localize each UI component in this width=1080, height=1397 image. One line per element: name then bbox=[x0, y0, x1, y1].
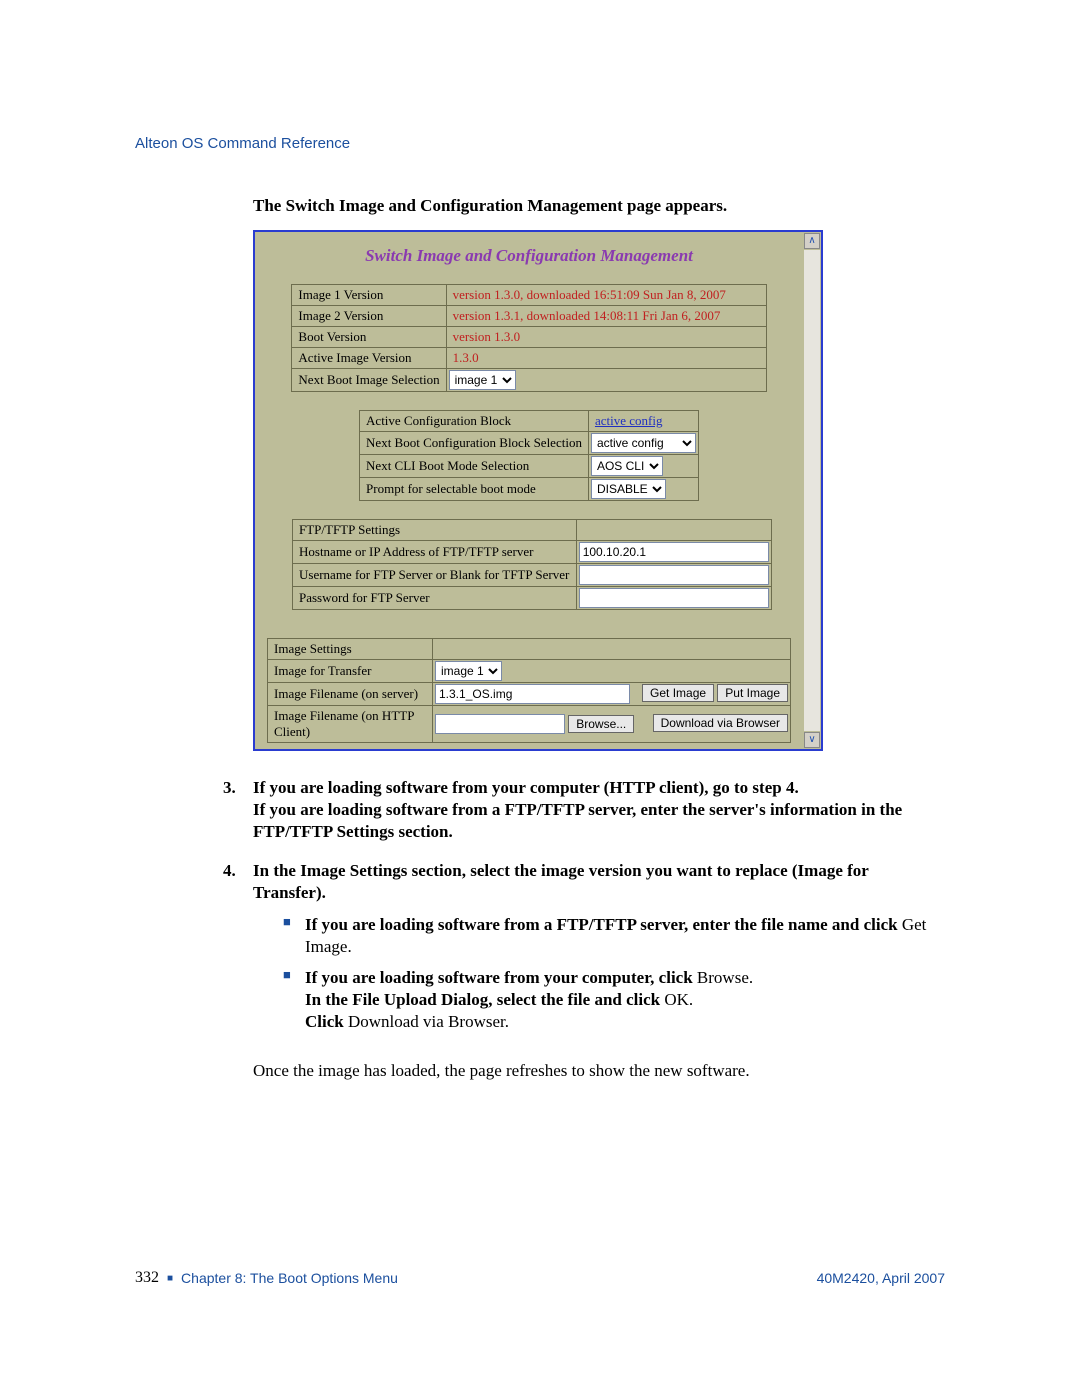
table-row: Next Boot Configuration Block Selection … bbox=[360, 432, 699, 455]
section-intro: The Switch Image and Configuration Manag… bbox=[253, 196, 945, 216]
value-image1: version 1.3.0, downloaded 16:51:09 Sun J… bbox=[446, 285, 766, 306]
label-cli-mode: Next CLI Boot Mode Selection bbox=[360, 455, 589, 478]
chapter-name: Chapter 8: The Boot Options Menu bbox=[181, 1270, 398, 1286]
label-boot: Boot Version bbox=[292, 327, 446, 348]
table-row: Image Filename (on HTTP Client) Browse..… bbox=[268, 706, 791, 743]
image-settings-table: Image Settings Image for Transfer image … bbox=[267, 638, 791, 743]
label-ftp-pass: Password for FTP Server bbox=[293, 587, 577, 610]
ftp-header: FTP/TFTP Settings bbox=[293, 520, 577, 541]
file-http-input[interactable] bbox=[435, 714, 565, 734]
square-bullet-icon: ■ bbox=[283, 914, 305, 958]
square-bullet-icon: ■ bbox=[283, 967, 305, 1032]
bullet-2-text-a: If you are loading software from your co… bbox=[305, 968, 697, 987]
step-3-number: 3. bbox=[223, 777, 253, 842]
step-3-line1: If you are loading software from your co… bbox=[253, 778, 799, 797]
image-settings-header: Image Settings bbox=[268, 639, 433, 660]
label-active-config: Active Configuration Block bbox=[360, 411, 589, 432]
step-3-line2: If you are loading software from a FTP/T… bbox=[253, 800, 902, 841]
table-row: Password for FTP Server bbox=[293, 587, 772, 610]
step-3: 3. If you are loading software from your… bbox=[223, 777, 945, 842]
ftp-host-input[interactable] bbox=[579, 542, 769, 562]
value-active: 1.3.0 bbox=[446, 348, 766, 369]
panel-title: Switch Image and Configuration Managemen… bbox=[255, 232, 803, 284]
prompt-mode-select[interactable]: DISABLE bbox=[591, 479, 666, 499]
label-active: Active Image Version bbox=[292, 348, 446, 369]
active-config-link[interactable]: active config bbox=[595, 413, 663, 428]
followup-text: Once the image has loaded, the page refr… bbox=[253, 1061, 945, 1081]
label-nextboot: Next Boot Image Selection bbox=[292, 369, 446, 392]
bullet-2-text-b: In the File Upload Dialog, select the fi… bbox=[305, 990, 664, 1009]
table-row: Prompt for selectable boot mode DISABLE bbox=[360, 478, 699, 501]
table-row: Boot Version version 1.3.0 bbox=[292, 327, 766, 348]
image-transfer-select[interactable]: image 1 bbox=[435, 661, 502, 681]
bullet-2-action-a: Browse. bbox=[697, 968, 753, 987]
ftp-pass-input[interactable] bbox=[579, 588, 769, 608]
bullet-2-action-b: OK. bbox=[664, 990, 693, 1009]
step-4-number: 4. bbox=[223, 860, 253, 1042]
label-file-server: Image Filename (on server) bbox=[268, 683, 433, 706]
value-image2: version 1.3.1, downloaded 14:08:11 Fri J… bbox=[446, 306, 766, 327]
step-4: 4. In the Image Settings section, select… bbox=[223, 860, 945, 1042]
doc-header-title: Alteon OS Command Reference bbox=[135, 135, 945, 152]
table-row: Image for Transfer image 1 bbox=[268, 660, 791, 683]
table-row: Image Filename (on server) Get Image Put… bbox=[268, 683, 791, 706]
label-image2: Image 2 Version bbox=[292, 306, 446, 327]
table-header: Image Settings bbox=[268, 639, 791, 660]
label-ftp-host: Hostname or IP Address of FTP/TFTP serve… bbox=[293, 541, 577, 564]
label-image1: Image 1 Version bbox=[292, 285, 446, 306]
label-file-http: Image Filename (on HTTP Client) bbox=[268, 706, 433, 743]
table-row: Next Boot Image Selection image 1 bbox=[292, 369, 766, 392]
table-row: Next CLI Boot Mode Selection AOS CLI bbox=[360, 455, 699, 478]
table-row: Image 1 Version version 1.3.0, downloade… bbox=[292, 285, 766, 306]
scroll-up-icon[interactable]: ∧ bbox=[804, 233, 820, 249]
browse-button[interactable]: Browse... bbox=[568, 715, 634, 733]
table-row: Username for FTP Server or Blank for TFT… bbox=[293, 564, 772, 587]
table-row: Active Configuration Block active config bbox=[360, 411, 699, 432]
table-row: Hostname or IP Address of FTP/TFTP serve… bbox=[293, 541, 772, 564]
put-image-button[interactable]: Put Image bbox=[717, 684, 788, 702]
bullet-2-action-c: Download via Browser. bbox=[348, 1012, 509, 1031]
table-row: Image 2 Version version 1.3.1, downloade… bbox=[292, 306, 766, 327]
ftp-user-input[interactable] bbox=[579, 565, 769, 585]
ftp-settings-table: FTP/TFTP Settings Hostname or IP Address… bbox=[292, 519, 772, 610]
next-boot-image-select[interactable]: image 1 bbox=[449, 370, 516, 390]
square-bullet-icon: ■ bbox=[167, 1273, 173, 1284]
step-4-line1: In the Image Settings section, select th… bbox=[253, 861, 869, 902]
label-next-config: Next Boot Configuration Block Selection bbox=[360, 432, 589, 455]
download-browser-button[interactable]: Download via Browser bbox=[653, 714, 788, 732]
table-row: Active Image Version 1.3.0 bbox=[292, 348, 766, 369]
label-ftp-user: Username for FTP Server or Blank for TFT… bbox=[293, 564, 577, 587]
table-header: FTP/TFTP Settings bbox=[293, 520, 772, 541]
scroll-down-icon[interactable]: ∨ bbox=[804, 732, 820, 748]
bullet-1-text: If you are loading software from a FTP/T… bbox=[305, 915, 902, 934]
label-image-transfer: Image for Transfer bbox=[268, 660, 433, 683]
admin-panel-screenshot: ∧ ∨ Switch Image and Configuration Manag… bbox=[253, 230, 823, 751]
bullet-2-text-c: Click bbox=[305, 1012, 348, 1031]
page-footer: 332 ■ Chapter 8: The Boot Options Menu 4… bbox=[135, 1269, 945, 1287]
versions-table: Image 1 Version version 1.3.0, downloade… bbox=[291, 284, 766, 392]
page-number: 332 bbox=[135, 1269, 159, 1287]
get-image-button[interactable]: Get Image bbox=[642, 684, 714, 702]
value-boot: version 1.3.0 bbox=[446, 327, 766, 348]
config-block-table: Active Configuration Block active config… bbox=[359, 410, 699, 501]
label-prompt-mode: Prompt for selectable boot mode bbox=[360, 478, 589, 501]
cli-mode-select[interactable]: AOS CLI bbox=[591, 456, 663, 476]
file-server-input[interactable] bbox=[435, 684, 630, 704]
next-config-select[interactable]: active config bbox=[591, 433, 696, 453]
bullet-2: ■ If you are loading software from your … bbox=[283, 967, 945, 1032]
scroll-track[interactable] bbox=[804, 250, 820, 731]
doc-id: 40M2420, April 2007 bbox=[817, 1270, 945, 1286]
bullet-1: ■ If you are loading software from a FTP… bbox=[283, 914, 945, 958]
